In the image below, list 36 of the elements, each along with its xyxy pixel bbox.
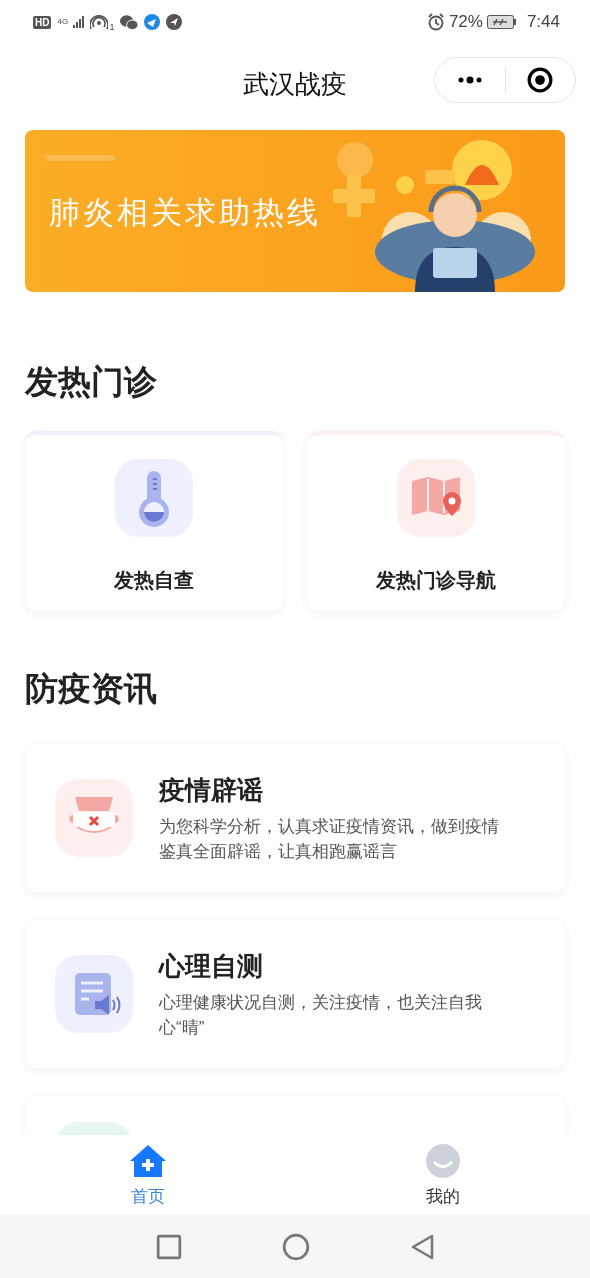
home-circle-icon[interactable] [281,1232,310,1261]
feature-card[interactable]: 发热门诊导航 [307,431,565,611]
map-pin-icon [397,459,475,537]
alarm-icon [426,13,445,31]
document-speaker-icon [55,955,133,1033]
page-title: 武汉战疫 [243,67,347,101]
clock-time: 7:44 [526,12,560,32]
signal-icon [73,15,85,29]
hd-indicator: HD [33,15,52,29]
feature-card[interactable]: 发热自查 [25,431,283,611]
more-icon [456,74,483,86]
thermometer-icon [115,459,193,537]
battery-percent: 72% [448,12,483,32]
app-icon [166,14,183,30]
hotspot-icon [90,14,109,30]
card-description: 心理健康状况自测，关注疫情，也关注自我心“晴” [159,991,483,1039]
card-description: 为您科学分析，认真求证疫情资讯，做到疫情鉴真全面辟谣，让真相跑赢谣言 [159,815,500,863]
card-title: 发热自查 [114,568,194,593]
back-icon[interactable] [409,1233,435,1260]
hotspot-count: 1 [109,22,115,32]
info-card[interactable]: 心理自测 心理健康状况自测，关注疫情，也关注自我心“晴” [25,920,565,1068]
tab-item[interactable]: 首页 [0,1135,295,1215]
section-title: 发热门诊 [25,362,158,402]
card-title: 发热门诊导航 [376,568,496,593]
info-card[interactable]: 疫情辟谣 为您科学分析，认真求证疫情资讯，做到疫情鉴真全面辟谣，让真相跑赢谣言 [25,744,565,892]
close-icon [527,67,554,93]
card-title: 疫情辟谣 [159,773,264,807]
section-title: 防疫资讯 [25,669,158,709]
network-type: 4G [57,18,68,26]
mask-icon [55,779,133,857]
tab-item[interactable]: 我的 [295,1135,590,1215]
card-title: 心理自测 [159,949,264,983]
banner-text: 肺炎相关求助热线 [49,194,321,232]
chat-icon [120,14,139,30]
recent-apps-icon[interactable] [155,1233,182,1260]
battery-icon [486,15,517,29]
